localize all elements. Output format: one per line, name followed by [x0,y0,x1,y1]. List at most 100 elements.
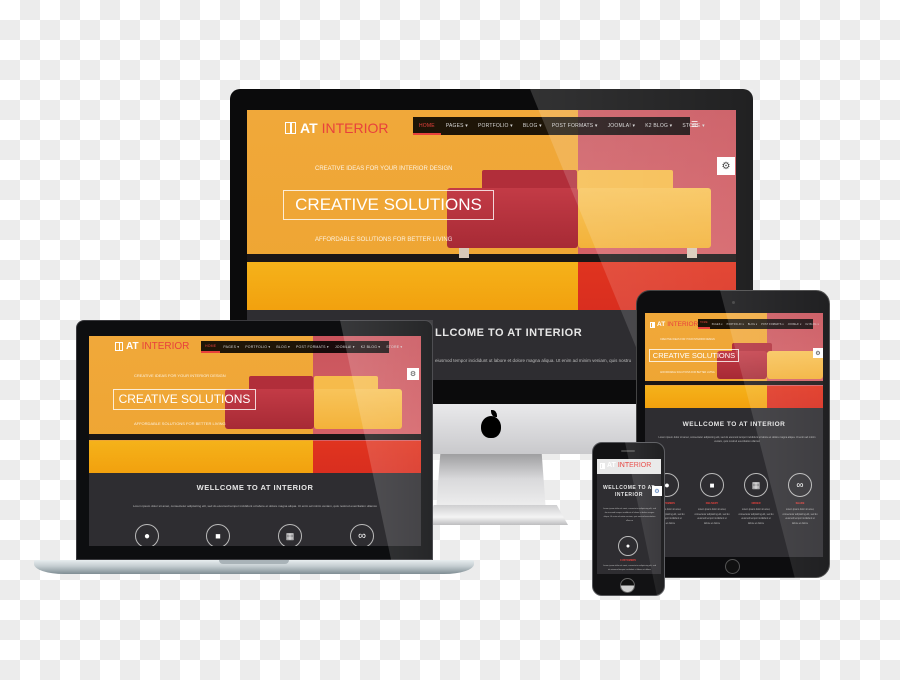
settings-gear-button[interactable]: ⚙ [717,157,735,175]
gear-icon: ⚙ [721,160,731,172]
site-logo[interactable]: AT INTERIOR [650,321,698,328]
calendar-icon: ▦ [751,479,761,490]
welcome-text: Lorem ipsum dolor sit amet, consectetur … [603,508,656,522]
logo-at: AT [607,462,616,469]
menu-icon[interactable]: ☰ [691,120,698,129]
hero-subtitle: AFFORDABLE SOLUTIONS FOR BETTER LIVING [134,421,226,426]
site-logo[interactable]: AT INTERIOR [285,120,389,136]
gear-floating-button[interactable]: ⚙ [652,486,662,496]
nav-joomla[interactable]: JOOMLA! ▾ [786,320,804,329]
site-logo[interactable]: AT INTERIOR [115,341,189,352]
gear-icon: ⚙ [815,350,821,357]
hero-banner: AT INTERIOR HOME PAGES ▾ PORTFOLIO ▾ BLO… [89,336,421,473]
calendar-icon: ▦ [285,530,295,541]
nav-joomla[interactable]: JOOMLA! ▾ [332,342,358,352]
hero-kicker: CREATIVE IDEAS FOR YOUR INTERIOR DESIGN [660,338,715,341]
service-label-share: SHARE [795,502,805,505]
hero-kicker: CREATIVE IDEAS FOR YOUR INTERIOR DESIGN [134,373,226,378]
service-text: Lorem ipsum dolor sit amet, consectetur … [603,565,656,571]
hero-title: CREATIVE SOLUTIONS [283,190,494,220]
nav-portfolio[interactable]: PORTFOLIO ▾ [242,342,273,352]
nav-pages[interactable]: PAGES ▾ [710,320,725,329]
nav-blog[interactable]: BLOG ▾ [746,320,759,329]
logo-door-icon [115,342,123,351]
nav-home[interactable]: HOME [413,118,441,135]
nav-k2-blog[interactable]: K2 BLOG ▾ [358,342,384,352]
nav-post-formats[interactable]: POST FORMATS ▾ [293,342,332,352]
phone-screen: AT INTERIOR WELLCOME TO AT INTERIOR Lore… [597,459,661,574]
nav-k2-blog[interactable]: K2 BLOG ▾ [803,320,820,329]
nav-post-formats[interactable]: POST FORMATS ▾ [759,320,786,329]
welcome-heading: LLCOME TO AT INTERIOR [435,327,583,339]
service-text-share: Lorem ipsum dolor sit amet, consectetur … [782,509,818,525]
nav-blog[interactable]: BLOG ▾ [518,118,547,134]
hero-banner: AT INTERIOR HOME PAGES ▾ PORTFOLIO ▾ BLO… [645,313,823,408]
nav-pages[interactable]: PAGES ▾ [220,342,242,352]
gear-icon: ⚙ [654,488,660,495]
nav-home[interactable]: HOME [698,319,710,329]
hero-kicker: CREATIVE IDEAS FOR YOUR INTERIOR DESIGN [315,166,453,172]
nav-joomla[interactable]: JOOMLA! ▾ [603,118,641,134]
site-logo[interactable]: AT INTERIOR [600,462,651,469]
service-label-order: ORDER [751,502,761,505]
logo-door-icon [650,321,655,328]
welcome-heading: WELLCOME TO AT INTERIOR [196,483,314,492]
truck-icon: ■ [709,480,715,490]
service-order[interactable]: ▦ [278,524,302,546]
main-nav: HOME PAGES ▾ PORTFOLIO ▾ BLOG ▾ POST FOR… [413,117,705,135]
user-icon: ● [625,542,631,550]
service-share[interactable]: ∞ [350,524,374,546]
settings-gear-button[interactable]: ⚙ [813,348,823,358]
nav-portfolio[interactable]: PORTFOLIO ▾ [725,320,746,329]
service-order[interactable]: ▦ [744,473,768,497]
settings-gear-button[interactable]: ⚙ [407,368,419,380]
tablet-home-button[interactable] [725,559,740,574]
user-icon: ● [664,480,670,490]
hero-title: CREATIVE SOLUTIONS [649,349,739,362]
logo-at: AT [126,341,139,352]
nav-pages[interactable]: PAGES ▾ [441,118,473,134]
nav-store[interactable]: STORE ▾ [383,342,405,352]
service-text-delivery: Lorem ipsum dolor sit amet, consectetur … [694,509,730,525]
logo-at: AT [657,321,666,328]
service-share[interactable]: ∞ [788,473,812,497]
tablet-screen: AT INTERIOR HOME PAGES ▾ PORTFOLIO ▾ BLO… [645,313,823,557]
logo-door-icon [600,462,605,469]
service-label-customers: CUSTOMERS [620,559,636,562]
logo-interior: INTERIOR [667,321,699,328]
tablet-camera [732,301,735,304]
service-customers[interactable]: ● [618,536,638,556]
service-customers[interactable]: ● [135,524,159,546]
service-text-order: Lorem ipsum dolor sit amet, consectetur … [738,509,774,525]
main-nav: HOME PAGES ▾ PORTFOLIO ▾ BLOG ▾ POST FOR… [201,341,402,353]
phone-home-button[interactable] [620,578,635,593]
welcome-heading: WELLCOME TO AT INTERIOR [682,421,786,428]
logo-interior: INTERIOR [617,462,652,469]
gear-icon: ⚙ [409,371,417,378]
nav-portfolio[interactable]: PORTFOLIO ▾ [473,118,518,134]
nav-blog[interactable]: BLOG ▾ [273,342,293,352]
link-icon: ∞ [358,530,366,542]
logo-interior: INTERIOR [321,120,389,136]
service-delivery[interactable]: ■ [206,524,230,546]
welcome-text: Lorem ipsum dolor sit amet, consectetur … [658,436,816,443]
user-icon: ● [143,530,151,542]
laptop-notch [219,560,289,564]
logo-door-icon [285,122,296,134]
nav-home[interactable]: HOME [201,341,221,353]
phone-speaker [621,450,635,452]
main-nav: HOME PAGES ▾ PORTFOLIO ▾ BLOG ▾ POST FOR… [698,319,823,329]
hero-subtitle: AFFORDABLE SOLUTIONS FOR BETTER LIVING [315,237,453,243]
service-delivery[interactable]: ■ [700,473,724,497]
apple-logo-icon [481,416,501,438]
nav-k2-blog[interactable]: K2 BLOG ▾ [640,118,677,134]
logo-interior: INTERIOR [141,341,190,352]
hero-banner: AT INTERIOR HOME PAGES ▾ PORTFOLIO ▾ BLO… [247,110,736,310]
truck-icon: ■ [215,531,221,541]
nav-store[interactable]: STORE ▾ [821,320,824,329]
hero-subtitle: AFFORDABLE SOLUTIONS FOR BETTER LIVING [660,371,715,374]
nav-post-formats[interactable]: POST FORMATS ▾ [547,118,603,134]
hero-title: CREATIVE SOLUTIONS [113,389,256,410]
link-icon: ∞ [796,479,804,491]
service-label-delivery: DELIVERY [705,502,719,505]
